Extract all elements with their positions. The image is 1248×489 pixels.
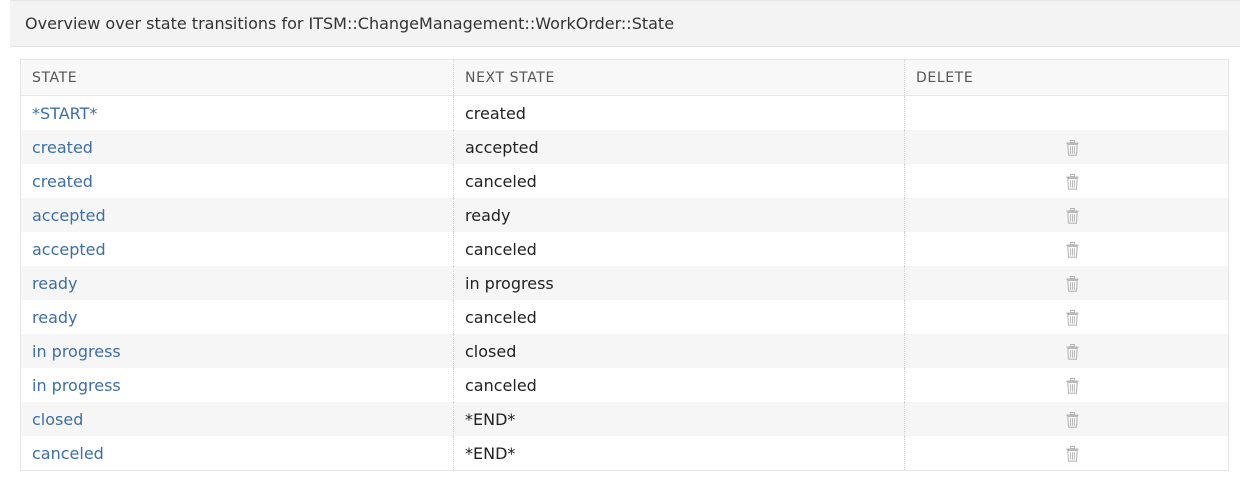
delete-cell (904, 232, 1229, 266)
table-row: canceled *END* (21, 436, 1229, 471)
delete-cell (904, 402, 1229, 436)
delete-cell (904, 300, 1229, 334)
state-cell: closed (20, 402, 454, 436)
delete-cell (904, 368, 1229, 402)
delete-button[interactable] (1066, 410, 1079, 429)
state-cell: in progress (21, 368, 454, 402)
state-cell: accepted (20, 198, 454, 232)
delete-cell (904, 164, 1229, 198)
next-state-cell: canceled (453, 232, 905, 266)
trash-icon (1066, 376, 1079, 395)
table-row: accepted canceled (21, 232, 1229, 266)
table-row: in progress closed (20, 334, 1229, 368)
next-state-cell: canceled (453, 164, 905, 198)
state-link[interactable]: created (32, 138, 93, 157)
delete-button[interactable] (1066, 240, 1079, 259)
next-state-cell: *END* (453, 436, 905, 471)
delete-button[interactable] (1066, 342, 1079, 361)
table-row: ready in progress (20, 266, 1229, 300)
delete-button[interactable] (1066, 274, 1079, 293)
panel-body: STATE NEXT STATE DELETE *START* created cr… (10, 47, 1240, 471)
table-row: created accepted (20, 130, 1229, 164)
delete-button[interactable] (1066, 376, 1079, 395)
state-cell: created (20, 130, 454, 164)
state-link[interactable]: in progress (32, 376, 121, 395)
table-header-row: STATE NEXT STATE DELETE (20, 59, 1229, 96)
next-state-cell: ready (453, 198, 905, 232)
state-link[interactable]: *START* (32, 104, 97, 123)
state-cell: ready (20, 266, 454, 300)
state-cell: ready (21, 300, 454, 334)
delete-button[interactable] (1066, 138, 1079, 157)
trash-icon (1066, 240, 1079, 259)
state-cell: accepted (21, 232, 454, 266)
trash-icon (1066, 172, 1079, 191)
state-cell: in progress (20, 334, 454, 368)
table-row: *START* created (21, 95, 1229, 131)
next-state-cell: *END* (453, 402, 905, 436)
next-state-cell: in progress (453, 266, 905, 300)
delete-cell (904, 95, 1229, 130)
state-link[interactable]: created (32, 172, 93, 191)
table-row: created canceled (21, 164, 1229, 198)
column-header-next-state[interactable]: NEXT STATE (453, 59, 905, 96)
table-row: ready canceled (21, 300, 1229, 334)
trash-icon (1066, 138, 1079, 157)
trash-icon (1066, 444, 1079, 463)
delete-button[interactable] (1066, 172, 1079, 191)
next-state-cell: created (453, 95, 905, 130)
trash-icon (1066, 274, 1079, 293)
state-link[interactable]: closed (32, 410, 83, 429)
next-state-cell: closed (453, 334, 905, 368)
delete-button[interactable] (1066, 444, 1079, 463)
delete-cell (904, 266, 1229, 300)
trash-icon (1066, 308, 1079, 327)
delete-cell (904, 436, 1229, 471)
column-header-state[interactable]: STATE (20, 59, 454, 96)
panel-title: Overview over state transitions for ITSM… (10, 0, 1240, 47)
state-link[interactable]: ready (32, 274, 78, 293)
delete-button[interactable] (1066, 206, 1079, 225)
next-state-cell: accepted (453, 130, 905, 164)
next-state-cell: canceled (453, 368, 905, 402)
state-link[interactable]: accepted (32, 206, 106, 225)
trash-icon (1066, 410, 1079, 429)
trash-icon (1066, 342, 1079, 361)
next-state-cell: canceled (453, 300, 905, 334)
delete-cell (904, 130, 1229, 164)
delete-cell (904, 334, 1229, 368)
table-row: in progress canceled (21, 368, 1229, 402)
state-cell: created (21, 164, 454, 198)
table-row: accepted ready (20, 198, 1229, 232)
state-cell: *START* (21, 96, 454, 131)
delete-cell (904, 198, 1229, 232)
state-link[interactable]: accepted (32, 240, 106, 259)
state-link[interactable]: in progress (32, 342, 121, 361)
state-link[interactable]: ready (32, 308, 78, 327)
table-row: closed *END* (20, 402, 1229, 436)
state-cell: canceled (21, 436, 454, 471)
state-transitions-table: STATE NEXT STATE DELETE *START* created cr… (20, 59, 1229, 471)
trash-icon (1066, 206, 1079, 225)
column-header-delete: DELETE (904, 59, 1229, 96)
delete-button[interactable] (1066, 308, 1079, 327)
state-transitions-panel: Overview over state transitions for ITSM… (10, 0, 1240, 478)
state-link[interactable]: canceled (32, 444, 104, 463)
